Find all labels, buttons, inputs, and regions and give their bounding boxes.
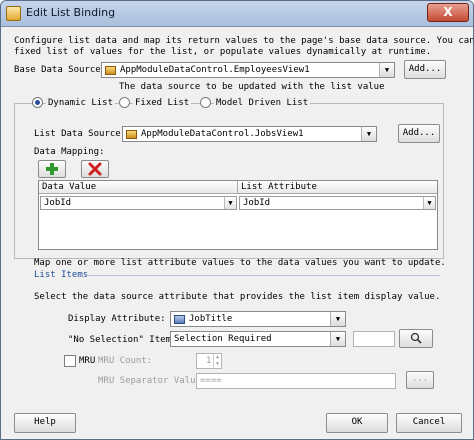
chevron-down-icon[interactable]: ▼: [361, 127, 376, 141]
spinner-arrows-icon[interactable]: ▲ ▼: [213, 354, 221, 368]
display-attribute-combo[interactable]: JobTitle ▼: [170, 311, 346, 327]
list-items-section-label: List Items: [34, 270, 89, 280]
radio-dynamic-list[interactable]: [32, 97, 43, 108]
edit-list-binding-dialog: Edit List Binding X Configure list data …: [0, 0, 474, 440]
list-attribute-cell[interactable]: JobId ▼: [239, 196, 436, 210]
data-control-icon: [126, 130, 137, 139]
data-mapping-label: Data Mapping:: [34, 147, 105, 157]
data-value-text: JobId: [44, 198, 72, 208]
radio-model-driven-list[interactable]: [200, 97, 211, 108]
chevron-down-icon[interactable]: ▼: [423, 197, 435, 209]
close-button[interactable]: X: [427, 3, 469, 22]
base-data-source-value: AppModuleDataControl.EmployeesView1: [120, 65, 310, 75]
base-data-source-help: The data source to be updated with the l…: [119, 82, 385, 92]
dialog-icon: [6, 6, 21, 21]
section-divider: [85, 275, 440, 276]
mru-label: MRU: [79, 356, 96, 366]
data-mapping-help: Map one or more list attribute values to…: [34, 258, 446, 268]
radio-fixed-list-label[interactable]: Fixed List: [133, 98, 192, 108]
data-mapping-table: Data Value List Attribute JobId ▼ JobId …: [38, 180, 438, 250]
list-add-button[interactable]: Add...: [398, 124, 440, 143]
cancel-button[interactable]: Cancel: [396, 413, 462, 433]
chevron-down-icon[interactable]: ▼: [330, 332, 345, 346]
ok-button[interactable]: OK: [326, 413, 388, 433]
data-value-cell[interactable]: JobId ▼: [40, 196, 237, 210]
intro-text-line1: Configure list data and map its return v…: [14, 36, 474, 46]
chevron-down-icon[interactable]: ▼: [330, 312, 345, 326]
base-data-source-combo[interactable]: AppModuleDataControl.EmployeesView1 ▼: [101, 62, 395, 78]
help-button[interactable]: Help: [14, 413, 76, 433]
mru-count-label: MRU Count:: [98, 356, 153, 366]
no-selection-item-label: "No Selection" Item:: [68, 335, 177, 345]
mru-separator-field[interactable]: ====: [196, 373, 396, 389]
list-items-instruction: Select the data source attribute that pr…: [34, 292, 441, 302]
chevron-down-icon[interactable]: ▼: [379, 63, 394, 77]
search-icon: [410, 332, 422, 344]
mru-separator-browse-button[interactable]: ...: [406, 371, 434, 389]
list-data-source-value: AppModuleDataControl.JobsView1: [141, 129, 304, 139]
column-header-list-attribute[interactable]: List Attribute: [238, 181, 437, 194]
list-data-source-label: List Data Source:: [34, 129, 127, 139]
no-selection-item-value: Selection Required: [174, 334, 272, 344]
display-attribute-label: Display Attribute:: [68, 314, 166, 324]
radio-fixed-list[interactable]: [119, 97, 130, 108]
mru-separator-label: MRU Separator Value:: [98, 376, 207, 386]
intro-text-line2: fixed list of values for the list, or po…: [14, 47, 432, 57]
mru-separator-value: ====: [200, 376, 222, 386]
base-data-source-label: Base Data Source:: [14, 65, 107, 75]
list-data-source-combo[interactable]: AppModuleDataControl.JobsView1 ▼: [122, 126, 377, 142]
display-attribute-value: JobTitle: [189, 314, 233, 324]
mru-count-value: 1: [206, 356, 212, 366]
no-selection-text-field[interactable]: [353, 331, 395, 347]
list-attribute-text: JobId: [243, 198, 271, 208]
mru-checkbox[interactable]: [64, 355, 76, 367]
chevron-down-icon[interactable]: ▼: [224, 197, 236, 209]
add-icon: [46, 163, 58, 175]
base-add-button[interactable]: Add...: [404, 60, 446, 79]
column-header-data-value[interactable]: Data Value: [39, 181, 238, 194]
mru-count-spinner[interactable]: 1 ▲ ▼: [196, 353, 222, 369]
delete-icon: [88, 162, 102, 176]
radio-model-driven-list-label[interactable]: Model Driven List: [214, 98, 311, 108]
delete-mapping-button[interactable]: [81, 160, 109, 178]
attribute-icon: [174, 315, 185, 324]
title-bar: Edit List Binding X: [1, 1, 473, 27]
dialog-title: Edit List Binding: [26, 6, 116, 19]
radio-dynamic-list-label[interactable]: Dynamic List: [46, 98, 116, 108]
no-selection-item-combo[interactable]: Selection Required ▼: [170, 331, 346, 347]
add-mapping-button[interactable]: [38, 160, 66, 178]
data-control-icon: [105, 66, 116, 75]
search-button[interactable]: [399, 329, 433, 348]
